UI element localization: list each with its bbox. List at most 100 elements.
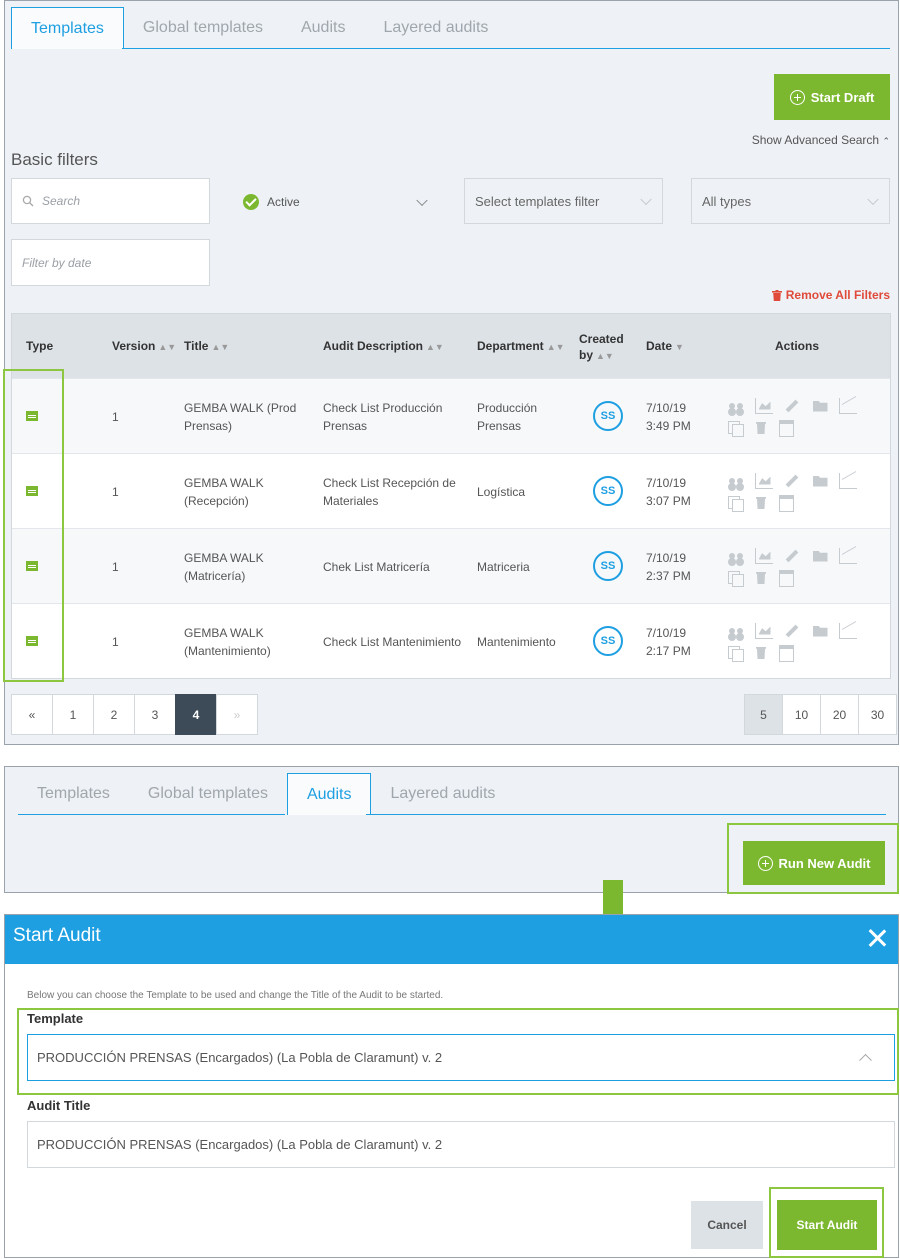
folder-icon[interactable]	[811, 548, 829, 564]
sort-desc-icon: ▼	[675, 342, 684, 352]
page-1-button[interactable]: 1	[52, 694, 94, 735]
page-size-30[interactable]: 30	[858, 694, 897, 735]
close-icon[interactable]	[866, 927, 888, 949]
pencil-icon[interactable]	[783, 623, 801, 639]
col-type[interactable]: Type	[26, 339, 53, 353]
users-icon[interactable]	[727, 623, 745, 639]
area-chart-icon[interactable]	[755, 623, 773, 639]
calendar-icon[interactable]	[777, 645, 795, 661]
start-draft-label: Start Draft	[810, 89, 875, 105]
table-row[interactable]: 1 GEMBA WALK (Recepción) Check List Recepci…	[12, 453, 890, 528]
trash-icon[interactable]	[752, 495, 770, 511]
folder-icon[interactable]	[811, 623, 829, 639]
modal-header: Start Audit	[5, 915, 898, 964]
pencil-icon[interactable]	[783, 548, 801, 564]
copy-icon[interactable]	[727, 570, 745, 587]
tab-audits[interactable]: Audits	[286, 773, 372, 815]
tab-global-templates[interactable]: Global templates	[129, 773, 287, 815]
start-draft-button[interactable]: Start Draft	[774, 74, 890, 120]
templates-table: Type Version ▲▼ Title ▲▼ Audit Description…	[11, 313, 891, 679]
col-type-label: Type	[26, 339, 54, 353]
pencil-icon[interactable]	[783, 473, 801, 489]
next-page-button[interactable]: »	[216, 694, 258, 735]
col-department[interactable]: Department ▲▼	[477, 339, 565, 353]
area-chart-icon[interactable]	[755, 548, 773, 564]
copy-icon[interactable]	[727, 495, 745, 512]
table-row[interactable]: 1 GEMBA WALK (Prod Prensas) Check List Prod…	[12, 378, 890, 453]
status-filter-select[interactable]: Active	[243, 191, 438, 213]
title-cell-line-2: (Matricería)	[184, 569, 246, 583]
audit-title-input[interactable]: PRODUCCIÓN PRENSAS (Encargados) (La Pobl…	[27, 1121, 895, 1168]
run-new-audit-button[interactable]: Run New Audit	[743, 841, 885, 885]
plus-circle-icon	[757, 855, 773, 871]
version-cell: 1	[112, 560, 119, 574]
line-chart-icon[interactable]	[839, 548, 857, 564]
line-chart-icon[interactable]	[839, 473, 857, 489]
chevron-down-icon	[416, 194, 428, 207]
col-description[interactable]: Audit Description ▲▼	[323, 339, 444, 353]
start-audit-button[interactable]: Start Audit	[777, 1200, 877, 1250]
col-version[interactable]: Version ▲▼	[112, 339, 176, 353]
search-input[interactable]: Search	[11, 178, 210, 224]
search-icon	[22, 195, 34, 207]
page-3-button[interactable]: 3	[134, 694, 176, 735]
type-filter-select[interactable]: All types	[691, 178, 890, 224]
tab-layered-audits[interactable]: Layered audits	[364, 7, 507, 49]
audits-panel: Templates Global templates Audits Layere…	[4, 766, 899, 893]
users-icon[interactable]	[727, 398, 745, 414]
users-icon[interactable]	[727, 473, 745, 489]
template-select[interactable]: PRODUCCIÓN PRENSAS (Encargados) (La Pobl…	[27, 1034, 895, 1081]
calendar-icon[interactable]	[777, 420, 795, 436]
page-size-5[interactable]: 5	[744, 694, 783, 735]
col-actions: Actions	[775, 339, 819, 353]
prev-page-button[interactable]: «	[11, 694, 53, 735]
tab-audits[interactable]: Audits	[282, 7, 364, 49]
page-size-10[interactable]: 10	[782, 694, 821, 735]
tab-global-templates[interactable]: Global templates	[124, 7, 282, 49]
col-title[interactable]: Title ▲▼	[184, 339, 229, 353]
col-date[interactable]: Date ▼	[646, 339, 684, 353]
trash-icon[interactable]	[752, 570, 770, 586]
title-cell-line-2: Prensas)	[184, 419, 233, 433]
page-size-selector: 5 10 20 30	[744, 694, 897, 735]
folder-icon[interactable]	[811, 398, 829, 414]
search-placeholder: Search	[42, 194, 81, 208]
title-cell: GEMBA WALK (Matricería)	[184, 549, 264, 585]
title-cell-line-1: GEMBA WALK	[184, 626, 264, 640]
line-chart-icon[interactable]	[839, 398, 857, 414]
users-icon[interactable]	[727, 548, 745, 564]
col-created-by[interactable]: Created by ▲▼	[579, 331, 624, 364]
tab-layered-audits[interactable]: Layered audits	[371, 773, 514, 815]
tab-bar: Templates Global templates Audits Layere…	[11, 7, 507, 49]
copy-icon[interactable]	[727, 645, 745, 662]
area-chart-icon[interactable]	[755, 398, 773, 414]
trash-icon[interactable]	[752, 420, 770, 436]
folder-icon[interactable]	[811, 473, 829, 489]
templates-panel: Templates Global templates Audits Layere…	[4, 0, 899, 745]
department-cell: Logística	[477, 485, 526, 499]
date-filter-input[interactable]: Filter by date	[11, 239, 210, 286]
page-size-20[interactable]: 20	[820, 694, 859, 735]
calendar-icon[interactable]	[777, 495, 795, 511]
table-row[interactable]: 1 GEMBA WALK (Matricería) Chek List Matrice…	[12, 528, 890, 603]
tab-templates[interactable]: Templates	[11, 7, 124, 49]
table-row[interactable]: 1 GEMBA WALK (Mantenimiento) Check List Man…	[12, 603, 890, 678]
cancel-button[interactable]: Cancel	[691, 1201, 763, 1249]
trash-icon[interactable]	[752, 645, 770, 661]
title-cell: GEMBA WALK (Recepción)	[184, 474, 264, 510]
show-advanced-search-link[interactable]: Show Advanced Search ⌃	[752, 133, 890, 147]
chevron-up-icon: ⌃	[882, 136, 890, 146]
area-chart-icon[interactable]	[755, 473, 773, 489]
date-cell: 7/10/19 2:37 PM	[646, 549, 691, 585]
page-2-button[interactable]: 2	[93, 694, 135, 735]
pencil-icon[interactable]	[783, 398, 801, 414]
tab-bar: Templates Global templates Audits Layere…	[18, 773, 514, 815]
templates-filter-select[interactable]: Select templates filter	[464, 178, 663, 224]
remove-all-filters-link[interactable]: Remove All Filters	[771, 288, 890, 302]
page-4-button[interactable]: 4	[175, 694, 217, 735]
copy-icon[interactable]	[727, 420, 745, 437]
calendar-icon[interactable]	[777, 570, 795, 586]
description-cell-line-2: Prensas	[323, 419, 368, 433]
tab-templates[interactable]: Templates	[18, 773, 129, 815]
line-chart-icon[interactable]	[839, 623, 857, 639]
